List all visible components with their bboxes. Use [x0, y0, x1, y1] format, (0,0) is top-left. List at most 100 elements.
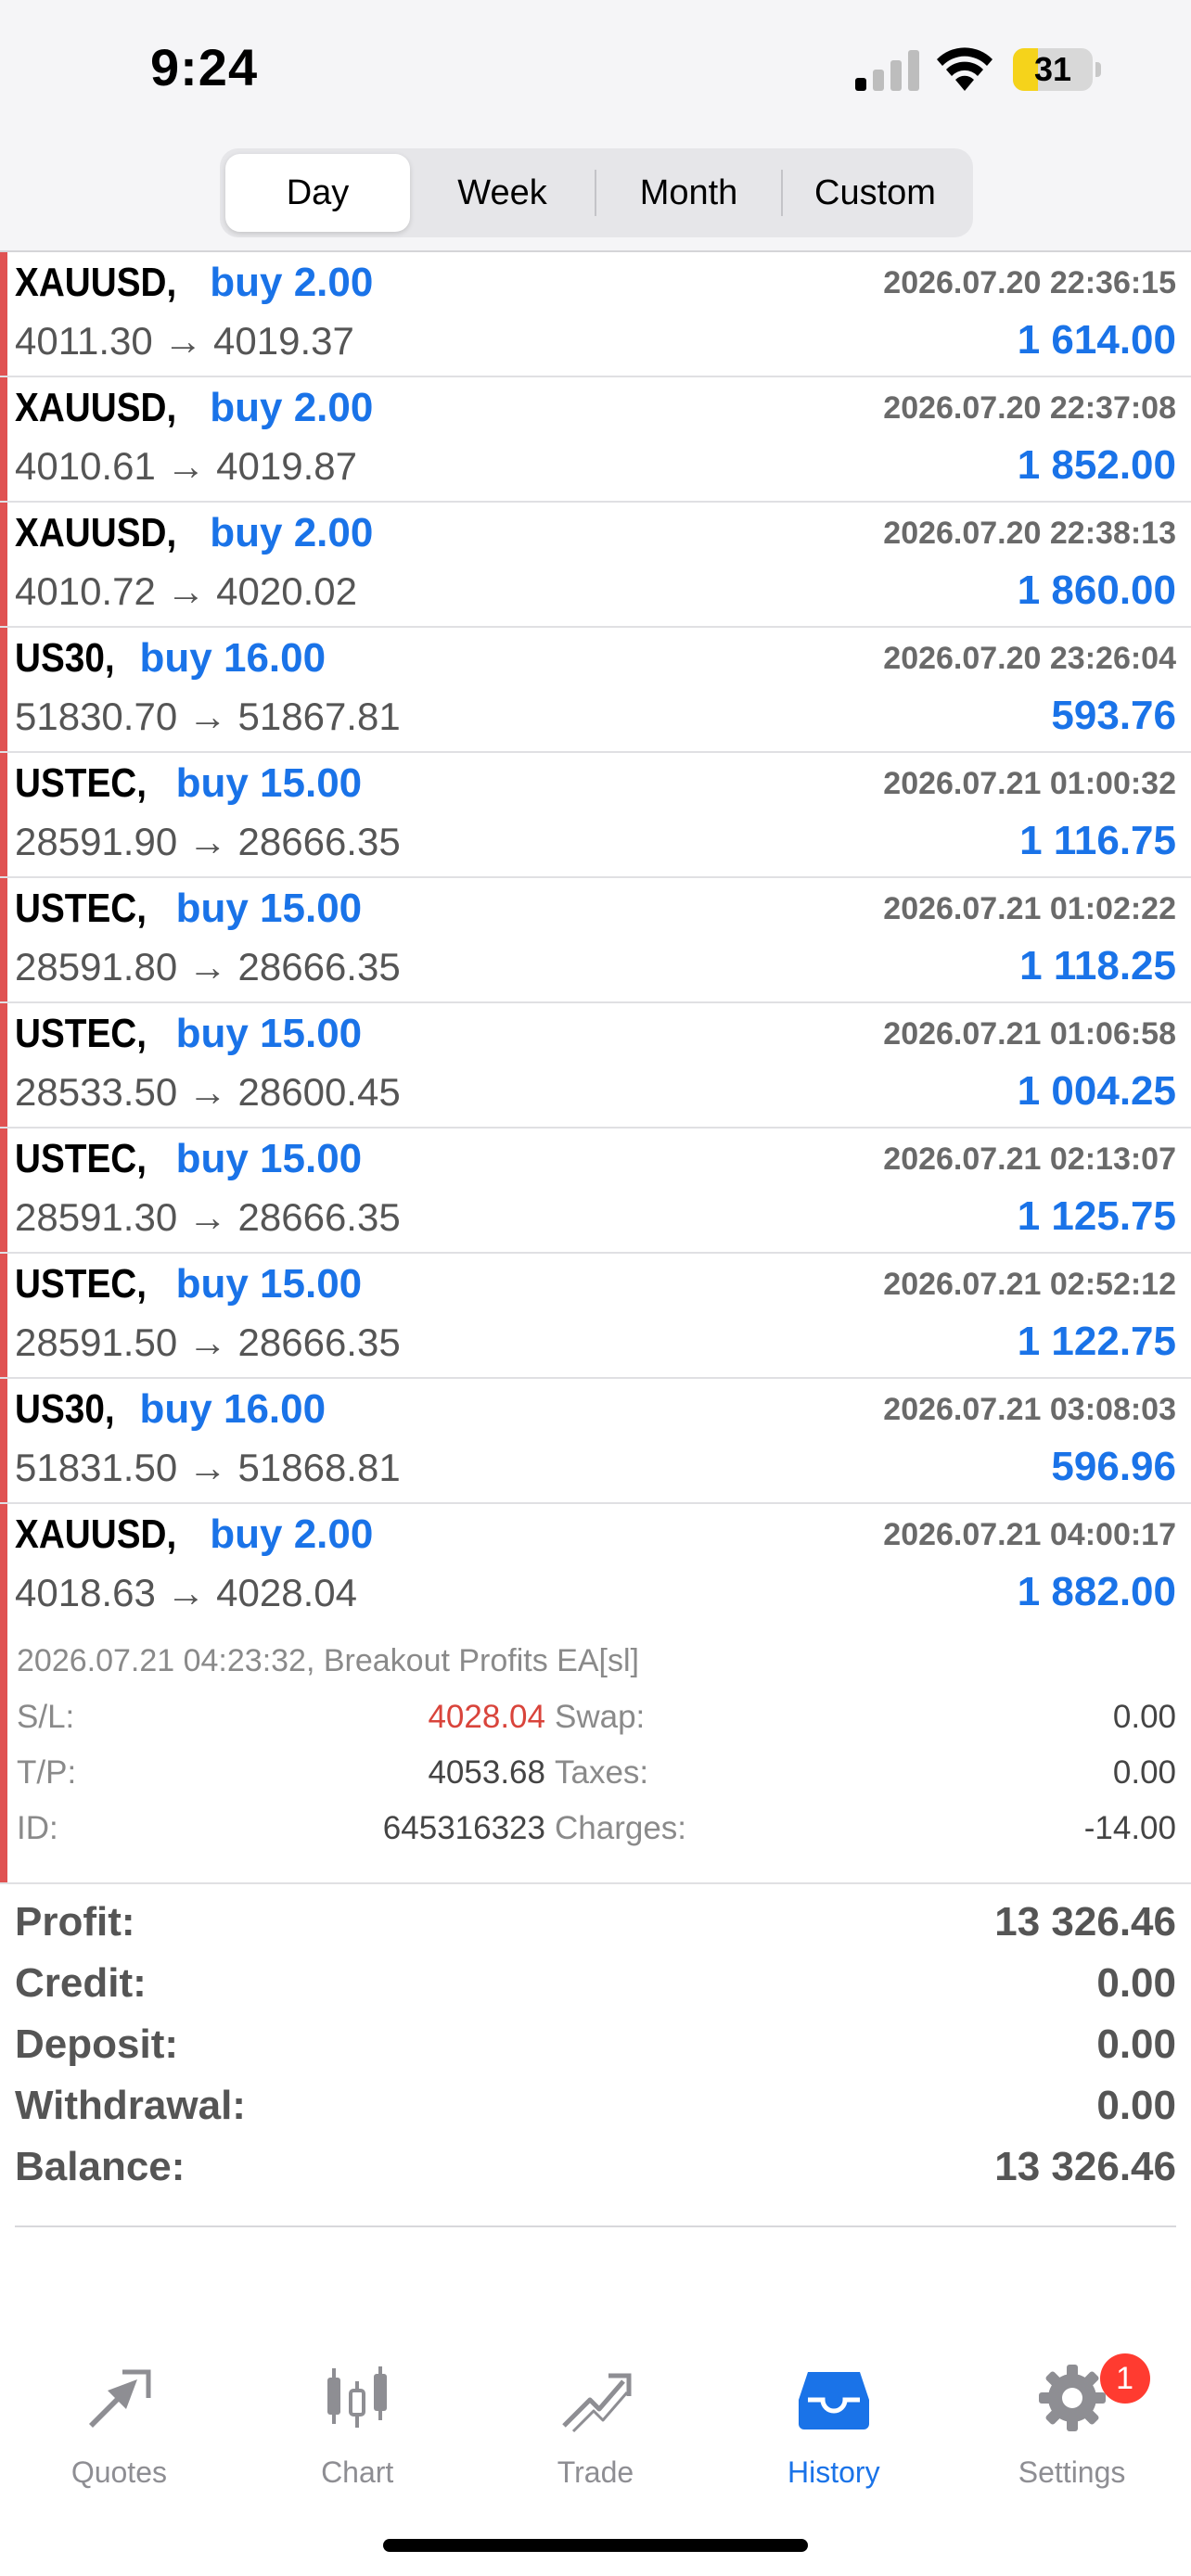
deal-prices: 28533.50 → 28600.45: [15, 1070, 401, 1114]
deal-symbol: XAUUSD,: [15, 1511, 177, 1557]
deal-profit: 1 614.00: [1017, 317, 1176, 363]
tab-label: Settings: [1018, 2455, 1126, 2489]
cellular-signal-icon: [855, 50, 919, 91]
gear-icon: [1038, 2365, 1106, 2431]
summary-row: Withdrawal: 0.00: [0, 2075, 1191, 2136]
deal-row[interactable]: USTEC, buy 15.00 2026.07.21 02:52:12 285…: [0, 1254, 1191, 1379]
deal-direction: buy 15.00: [175, 1011, 363, 1056]
deal-prices: 28591.80 → 28666.35: [15, 945, 401, 988]
deal-symbol: USTEC,: [15, 1261, 147, 1307]
history-icon: [798, 2372, 869, 2429]
deal-time: 2026.07.21 01:00:32: [883, 766, 1176, 801]
deal-row[interactable]: USTEC, buy 15.00 2026.07.21 01:02:22 285…: [0, 878, 1191, 1003]
deal-comment: 2026.07.21 04:23:32, Breakout Profits EA…: [17, 1643, 639, 1678]
deal-symbol: XAUUSD,: [15, 385, 177, 430]
home-indicator[interactable]: [383, 2539, 808, 2552]
summary-label: Credit:: [15, 1960, 147, 2006]
summary-row: Profit: 13 326.46: [0, 1892, 1191, 1953]
deal-prices: 28591.50 → 28666.35: [15, 1320, 401, 1364]
deal-direction: buy 15.00: [175, 886, 363, 931]
summary-label: Deposit:: [15, 2021, 178, 2067]
tab-label: Trade: [557, 2455, 634, 2489]
deals-list: XAUUSD, buy 2.00 2026.07.20 22:36:15 401…: [0, 252, 1191, 1884]
deal-prices: 28591.90 → 28666.35: [15, 820, 401, 863]
id-label: ID:: [17, 1810, 58, 1846]
deal-prices: 51831.50 → 51868.81: [15, 1446, 401, 1489]
deal-row[interactable]: XAUUSD, buy 2.00 2026.07.20 22:38:13 401…: [0, 503, 1191, 628]
deal-symbol: USTEC,: [15, 1011, 147, 1056]
summary-row: Credit: 0.00: [0, 1953, 1191, 2014]
wifi-icon: [937, 47, 992, 91]
deal-profit: 1 125.75: [1017, 1193, 1176, 1239]
quotes-icon: [89, 2369, 151, 2428]
deal-row[interactable]: US30, buy 16.00 2026.07.20 23:26:04 5183…: [0, 628, 1191, 753]
deal-profit: 596.96: [1051, 1444, 1176, 1489]
deal-time: 2026.07.21 01:02:22: [883, 891, 1176, 926]
deal-direction: buy 16.00: [139, 1386, 327, 1432]
id-value: 645316323: [382, 1810, 545, 1846]
deal-prices: 4011.30 → 4019.37: [15, 319, 354, 363]
deal-prices: 4010.61 → 4019.87: [15, 444, 357, 488]
deal-time: 2026.07.20 22:37:08: [883, 390, 1176, 426]
tab-quotes[interactable]: Quotes: [0, 2337, 238, 2504]
deal-time: 2026.07.20 22:38:13: [883, 516, 1176, 551]
deal-time: 2026.07.20 23:26:04: [883, 641, 1176, 676]
tab-label: Quotes: [70, 2455, 167, 2489]
segment-custom[interactable]: Custom: [783, 154, 967, 232]
deal-time: 2026.07.20 22:36:15: [883, 265, 1176, 300]
tab-chart[interactable]: Chart: [238, 2337, 477, 2504]
deal-time: 2026.07.21 02:13:07: [883, 1141, 1176, 1177]
deal-row[interactable]: USTEC, buy 15.00 2026.07.21 01:00:32 285…: [0, 753, 1191, 878]
deal-direction: buy 2.00: [210, 385, 374, 430]
deal-direction: buy 15.00: [175, 1136, 363, 1181]
deal-row[interactable]: USTEC, buy 15.00 2026.07.21 01:06:58 285…: [0, 1003, 1191, 1129]
chart-icon: [327, 2366, 388, 2428]
deal-time: 2026.07.21 02:52:12: [883, 1267, 1176, 1302]
segment-month[interactable]: Month: [596, 154, 781, 232]
segment-week[interactable]: Week: [410, 154, 595, 232]
tab-history[interactable]: History: [714, 2337, 953, 2504]
tp-value: 4053.68: [428, 1754, 545, 1791]
summary-value: 0.00: [1096, 1960, 1176, 2006]
summary-value: 0.00: [1096, 2083, 1176, 2128]
deal-direction: buy 16.00: [139, 635, 327, 681]
deal-row[interactable]: US30, buy 16.00 2026.07.21 03:08:03 5183…: [0, 1379, 1191, 1504]
tp-label: T/P:: [17, 1754, 77, 1791]
summary-row: Balance: 13 326.46: [0, 2136, 1191, 2198]
deal-prices: 28591.30 → 28666.35: [15, 1195, 401, 1239]
deal-direction: buy 15.00: [175, 760, 363, 806]
summary-label: Withdrawal:: [15, 2083, 246, 2128]
deal-symbol: USTEC,: [15, 760, 147, 806]
taxes-label: Taxes:: [555, 1754, 649, 1791]
tab-bar: Quotes Chart Trade History 1 Settings: [0, 2337, 1191, 2504]
summary-label: Profit:: [15, 1899, 135, 1945]
deal-time: 2026.07.21 04:00:17: [883, 1517, 1176, 1552]
deal-row[interactable]: XAUUSD, buy 2.00 2026.07.20 22:37:08 401…: [0, 377, 1191, 503]
deal-row-expanded[interactable]: XAUUSD, buy 2.00 2026.07.21 04:00:17 401…: [0, 1504, 1191, 1884]
deal-profit: 1 122.75: [1017, 1319, 1176, 1364]
deal-profit: 1 118.25: [1019, 943, 1176, 988]
summary-value: 0.00: [1096, 2021, 1176, 2067]
segment-day[interactable]: Day: [225, 154, 410, 232]
deal-prices: 51830.70 → 51867.81: [15, 695, 401, 738]
tab-label: History: [788, 2455, 880, 2489]
deal-symbol: USTEC,: [15, 886, 147, 931]
tab-settings[interactable]: 1 Settings: [953, 2337, 1191, 2504]
summary-divider: [15, 2225, 1176, 2227]
charges-label: Charges:: [555, 1810, 687, 1846]
summary-label: Balance:: [15, 2144, 186, 2189]
swap-value: 0.00: [1112, 1699, 1176, 1735]
battery-icon: 31: [1013, 48, 1102, 91]
summary-value: 13 326.46: [994, 2144, 1176, 2189]
tab-label: Chart: [321, 2455, 394, 2489]
deal-row[interactable]: USTEC, buy 15.00 2026.07.21 02:13:07 285…: [0, 1129, 1191, 1254]
deal-symbol: XAUUSD,: [15, 260, 177, 305]
deal-symbol: XAUUSD,: [15, 510, 177, 555]
deal-time: 2026.07.21 03:08:03: [883, 1392, 1176, 1427]
history-summary: Profit: 13 326.46 Credit: 0.00 Deposit: …: [0, 1892, 1191, 2227]
deal-profit: 1 860.00: [1017, 567, 1176, 613]
deal-direction: buy 2.00: [210, 510, 374, 555]
deal-row[interactable]: XAUUSD, buy 2.00 2026.07.20 22:36:15 401…: [0, 252, 1191, 377]
deal-symbol: US30,: [15, 635, 115, 681]
tab-trade[interactable]: Trade: [477, 2337, 715, 2504]
